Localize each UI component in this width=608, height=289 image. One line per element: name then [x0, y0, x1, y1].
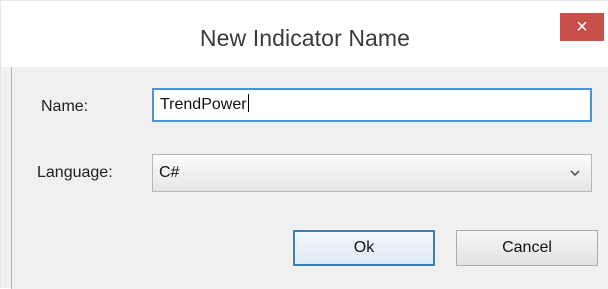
title-bar: New Indicator Name × [1, 1, 608, 67]
language-select[interactable]: C# [152, 154, 592, 192]
chevron-down-icon [570, 170, 580, 177]
close-button[interactable]: × [560, 13, 604, 41]
dialog-window: New Indicator Name × Name: TrendPower La… [0, 0, 608, 289]
name-input[interactable]: TrendPower [152, 88, 592, 122]
name-label: Name: [41, 98, 89, 115]
cancel-button[interactable]: Cancel [456, 230, 598, 266]
text-caret [247, 94, 249, 112]
name-input-value: TrendPower [160, 96, 247, 113]
language-label: Language: [37, 164, 113, 181]
dialog-title: New Indicator Name [199, 25, 411, 51]
language-select-value: C# [159, 164, 180, 181]
ok-button[interactable]: Ok [293, 230, 435, 266]
